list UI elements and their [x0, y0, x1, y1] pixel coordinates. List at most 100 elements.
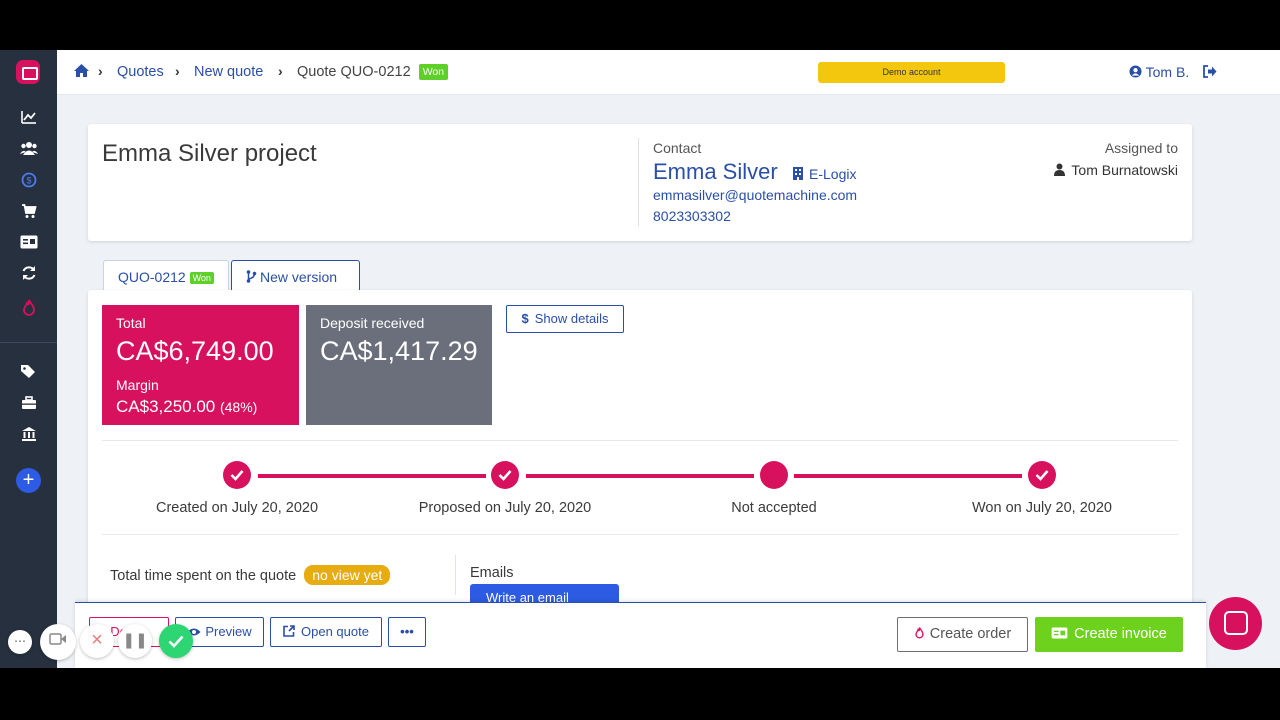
dashboard-chart-icon[interactable]	[18, 109, 40, 127]
company-name: E-Logix	[809, 166, 857, 182]
recorder-camera-icon[interactable]	[40, 624, 76, 660]
breadcrumb-new-quote[interactable]: New quote	[194, 64, 263, 80]
deposit-value: CA$1,417.29	[320, 336, 478, 366]
assigned-user: Tom Burnatowski	[1054, 162, 1178, 178]
total-value: CA$6,749.00	[116, 336, 274, 366]
section-divider	[102, 440, 1178, 441]
timeline-label-proposed: Proposed on July 20, 2020	[418, 500, 592, 516]
more-options-button[interactable]: •••	[388, 617, 426, 647]
check-icon	[230, 470, 244, 481]
create-invoice-button[interactable]: Create invoice	[1035, 617, 1183, 652]
create-order-label: Create order	[929, 626, 1012, 642]
company-link[interactable]: E-Logix	[793, 166, 856, 182]
timeline-label-created: Created on July 20, 2020	[155, 500, 319, 516]
timeline-label-not-accepted: Not accepted	[731, 500, 817, 516]
timeline-step-not-accepted	[760, 461, 788, 489]
user-circle-icon	[1129, 65, 1142, 78]
chevron-right-icon: ›	[175, 63, 180, 79]
deposit-kpi-box: Deposit received CA$1,417.29	[306, 305, 492, 425]
show-details-label: Show details	[534, 311, 609, 326]
total-kpi-box: Total CA$6,749.00 Margin CA$3,250.00 (48…	[102, 305, 299, 425]
recorder-cancel-icon[interactable]: ×	[80, 624, 114, 658]
show-details-button[interactable]: $ Show details	[506, 305, 624, 333]
margin-value-row: CA$3,250.00 (48%)	[116, 397, 285, 417]
timeline-connector	[794, 474, 1022, 478]
recorder-menu-icon[interactable]: ⋯	[8, 630, 32, 654]
bank-icon[interactable]	[18, 426, 40, 444]
margin-value: CA$3,250.00	[116, 397, 216, 416]
margin-percent: (48%)	[219, 399, 258, 415]
assigned-label: Assigned to	[1104, 140, 1178, 156]
sidebar-divider	[0, 342, 57, 343]
contact-name[interactable]: Emma Silver	[653, 159, 778, 185]
emails-label: Emails	[470, 565, 514, 581]
header-divider	[638, 138, 639, 226]
demo-account-banner: Demo account	[818, 62, 1005, 83]
app-logo-icon[interactable]	[16, 60, 40, 84]
project-header-card: Emma Silver project Contact Emma Silver …	[88, 124, 1192, 241]
chat-support-icon[interactable]	[1209, 597, 1262, 650]
contact-label: Contact	[653, 140, 702, 156]
preview-label: Preview	[205, 624, 252, 639]
chevron-right-icon: ›	[278, 63, 283, 79]
deposit-label: Deposit received	[320, 315, 425, 331]
app-screen: $ + › Quotes › New quote › Quote QUO-021…	[0, 50, 1280, 668]
no-view-badge: no view yet	[304, 565, 391, 585]
chevron-right-icon: ›	[98, 63, 103, 79]
breadcrumb-quotes[interactable]: Quotes	[117, 64, 164, 80]
quotes-icon[interactable]: $	[18, 172, 40, 190]
action-bar: Delete Preview Open quote ••• Create ord…	[75, 602, 1206, 668]
building-icon	[793, 167, 803, 180]
sidebar: $ +	[0, 50, 57, 668]
flame-icon	[915, 627, 924, 639]
contact-phone[interactable]: 8023303302	[653, 208, 731, 224]
current-page-title: Quote QUO-0212	[297, 64, 411, 80]
margin-label: Margin	[116, 377, 159, 393]
user-menu[interactable]: Tom B.	[1129, 64, 1189, 80]
time-spent-label: Total time spent on the quote	[110, 568, 297, 584]
timeline-step-created	[223, 461, 251, 489]
timeline-connector	[258, 474, 486, 478]
create-invoice-label: Create invoice	[1074, 626, 1167, 642]
timeline-label-won: Won on July 20, 2020	[972, 500, 1112, 516]
activity-divider	[455, 555, 456, 595]
tab-quote-version[interactable]: QUO-0212 Won	[103, 260, 229, 290]
tab-status-badge: Won	[189, 272, 214, 285]
contact-email[interactable]: emmasilver@quotemachine.com	[653, 187, 857, 203]
sync-icon[interactable]	[18, 265, 40, 283]
timeline-step-won	[1028, 461, 1056, 489]
top-bar: › Quotes › New quote › Quote QUO-0212 Wo…	[57, 50, 1280, 95]
dollar-icon: $	[521, 311, 529, 326]
contacts-icon[interactable]	[18, 140, 40, 158]
user-name: Tom B.	[1145, 64, 1190, 80]
toolbox-icon[interactable]	[18, 395, 40, 413]
invoice-icon[interactable]	[18, 234, 40, 252]
add-icon[interactable]: +	[16, 468, 41, 493]
branch-icon	[246, 270, 257, 283]
logout-icon[interactable]	[1203, 65, 1217, 83]
cart-icon[interactable]	[18, 203, 40, 221]
recorder-done-icon[interactable]	[159, 624, 193, 658]
recorder-pause-icon[interactable]: ❚❚	[118, 624, 152, 658]
check-icon	[498, 470, 512, 481]
tab-new-version[interactable]: New version	[231, 260, 360, 290]
external-link-icon	[283, 625, 295, 637]
home-icon[interactable]	[73, 63, 90, 83]
project-title: Emma Silver project	[102, 140, 317, 167]
total-label: Total	[116, 315, 146, 331]
tab-new-version-label: New version	[260, 269, 338, 285]
tab-quote-label: QUO-0212	[118, 269, 186, 285]
section-divider	[102, 534, 1178, 535]
user-icon	[1054, 163, 1066, 176]
flame-icon[interactable]	[18, 299, 40, 317]
timeline-step-proposed	[491, 461, 519, 489]
check-icon	[1035, 470, 1049, 481]
open-quote-button[interactable]: Open quote	[270, 617, 382, 647]
assigned-user-name: Tom Burnatowski	[1071, 162, 1178, 178]
breadcrumb-current: Quote QUO-0212 Won	[297, 64, 449, 81]
timeline-connector	[526, 474, 754, 478]
status-badge: Won	[418, 64, 449, 81]
create-order-button[interactable]: Create order	[897, 617, 1028, 652]
tags-icon[interactable]	[18, 364, 40, 382]
open-quote-label: Open quote	[301, 624, 369, 639]
